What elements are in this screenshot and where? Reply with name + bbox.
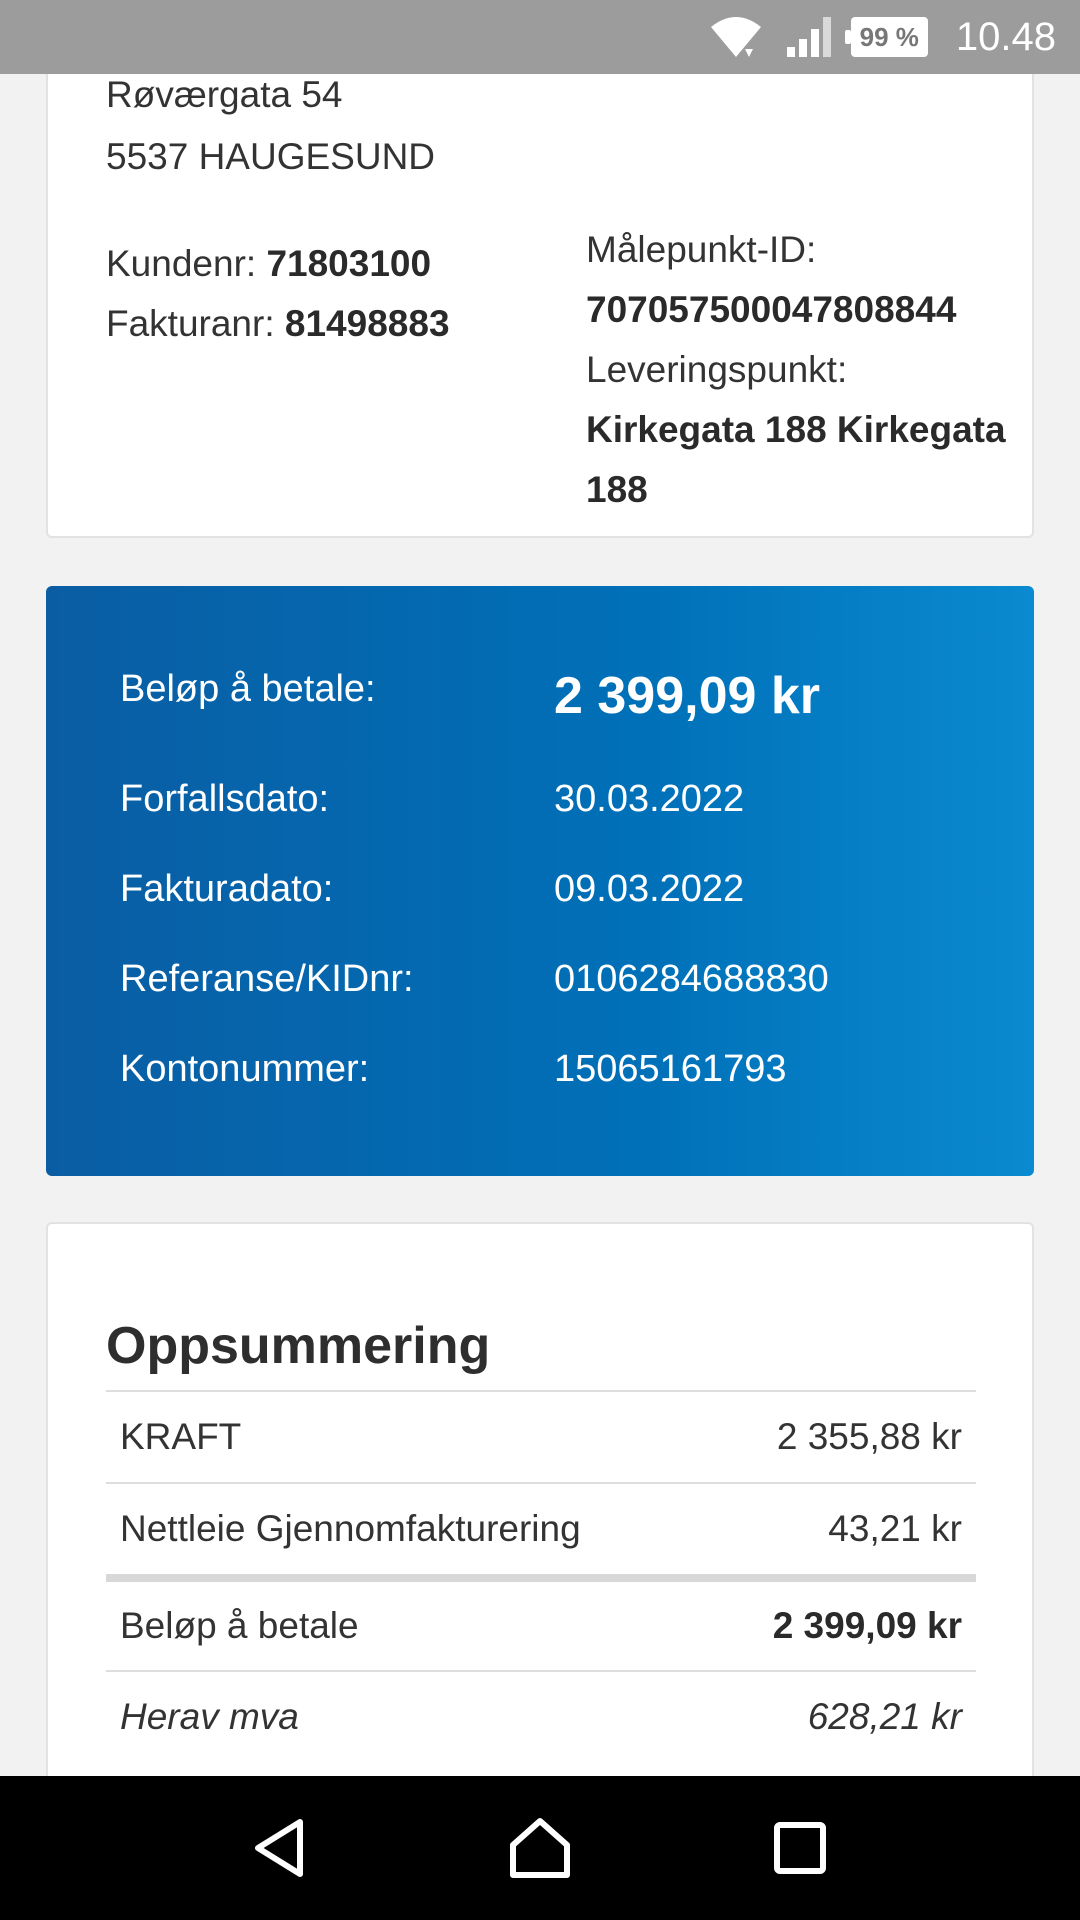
kundenr-label: Kundenr: [106, 243, 257, 284]
fakturanr-label: Fakturanr: [106, 303, 275, 344]
status-bar: 99 % 10.48 [0, 0, 1080, 74]
fakturanr-line: Fakturanr: 81498883 [106, 294, 450, 354]
amount-value: 2 399,09 kr [554, 667, 821, 725]
total-value: 2 399,09 kr [772, 1605, 962, 1646]
wifi-icon [705, 13, 767, 61]
customer-postal: 5537 HAUGESUND [106, 136, 436, 177]
kundenr-line: Kundenr: 71803100 [106, 234, 450, 294]
fakturanr-value: 81498883 [284, 303, 450, 344]
invoice-date-value: 09.03.2022 [554, 868, 745, 910]
vat-label: Herav mva [120, 1696, 299, 1737]
due-date-value: 30.03.2022 [554, 778, 745, 820]
vat-row: Herav mva 628,21 kr [106, 1670, 976, 1762]
table-row: Nettleie Gjennomfakturering 43,21 kr [106, 1482, 976, 1574]
kundenr-value: 71803100 [266, 243, 432, 284]
total-row: Beløp å betale 2 399,09 kr [106, 1574, 976, 1670]
navigation-bar [0, 1776, 1080, 1920]
battery-icon: 99 % [844, 17, 928, 57]
invoice-date-label: Fakturadato: [120, 868, 334, 910]
summary-title: Oppsummering [106, 1317, 491, 1375]
summary-card: Oppsummering KRAFT 2 355,88 kr Nettleie … [46, 1222, 1034, 1776]
row-value: 43,21 kr [828, 1508, 962, 1549]
total-label: Beløp å betale [120, 1605, 359, 1646]
reference-label: Referanse/KIDnr: [120, 958, 414, 1000]
customer-street: Røværgata 54 [106, 74, 343, 115]
customer-ids: Kundenr: 71803100 Fakturanr: 81498883 [106, 234, 450, 354]
account-value[interactable]: 15065161793 [554, 1048, 786, 1091]
reference-value[interactable]: 0106284688830 [554, 958, 829, 1001]
row-label: KRAFT [120, 1416, 242, 1457]
recents-icon[interactable] [755, 1803, 845, 1893]
clock: 10.48 [955, 14, 1056, 59]
customer-card: Røværgata 54 5537 HAUGESUND Kundenr: 718… [46, 74, 1034, 538]
metering-info: Målepunkt-ID: 707057500047808844 Leverin… [586, 220, 1006, 520]
summary-table: KRAFT 2 355,88 kr Nettleie Gjennomfaktur… [106, 1390, 976, 1762]
invoice-content: Røværgata 54 5537 HAUGESUND Kundenr: 718… [0, 74, 1080, 1776]
back-icon[interactable] [235, 1803, 325, 1893]
malepunkt-label: Målepunkt-ID: [586, 229, 817, 270]
payment-card: Beløp å betale: 2 399,09 kr Forfallsdato… [46, 586, 1034, 1176]
table-row: KRAFT 2 355,88 kr [106, 1390, 976, 1482]
vat-value: 628,21 kr [807, 1696, 962, 1737]
amount-label: Beløp å betale: [120, 668, 376, 710]
row-label: Nettleie Gjennomfakturering [120, 1508, 581, 1549]
signal-icon [785, 15, 833, 59]
home-icon[interactable] [495, 1803, 585, 1893]
leveringspunkt-label: Leveringspunkt: [586, 349, 848, 390]
account-label: Kontonummer: [120, 1048, 370, 1090]
battery-level: 99 % [859, 21, 919, 52]
due-date-label: Forfallsdato: [120, 778, 330, 820]
leveringspunkt-value: Kirkegata 188 Kirkegata 188 [586, 409, 1006, 510]
row-value: 2 355,88 kr [776, 1416, 962, 1457]
malepunkt-value: 707057500047808844 [586, 289, 957, 330]
